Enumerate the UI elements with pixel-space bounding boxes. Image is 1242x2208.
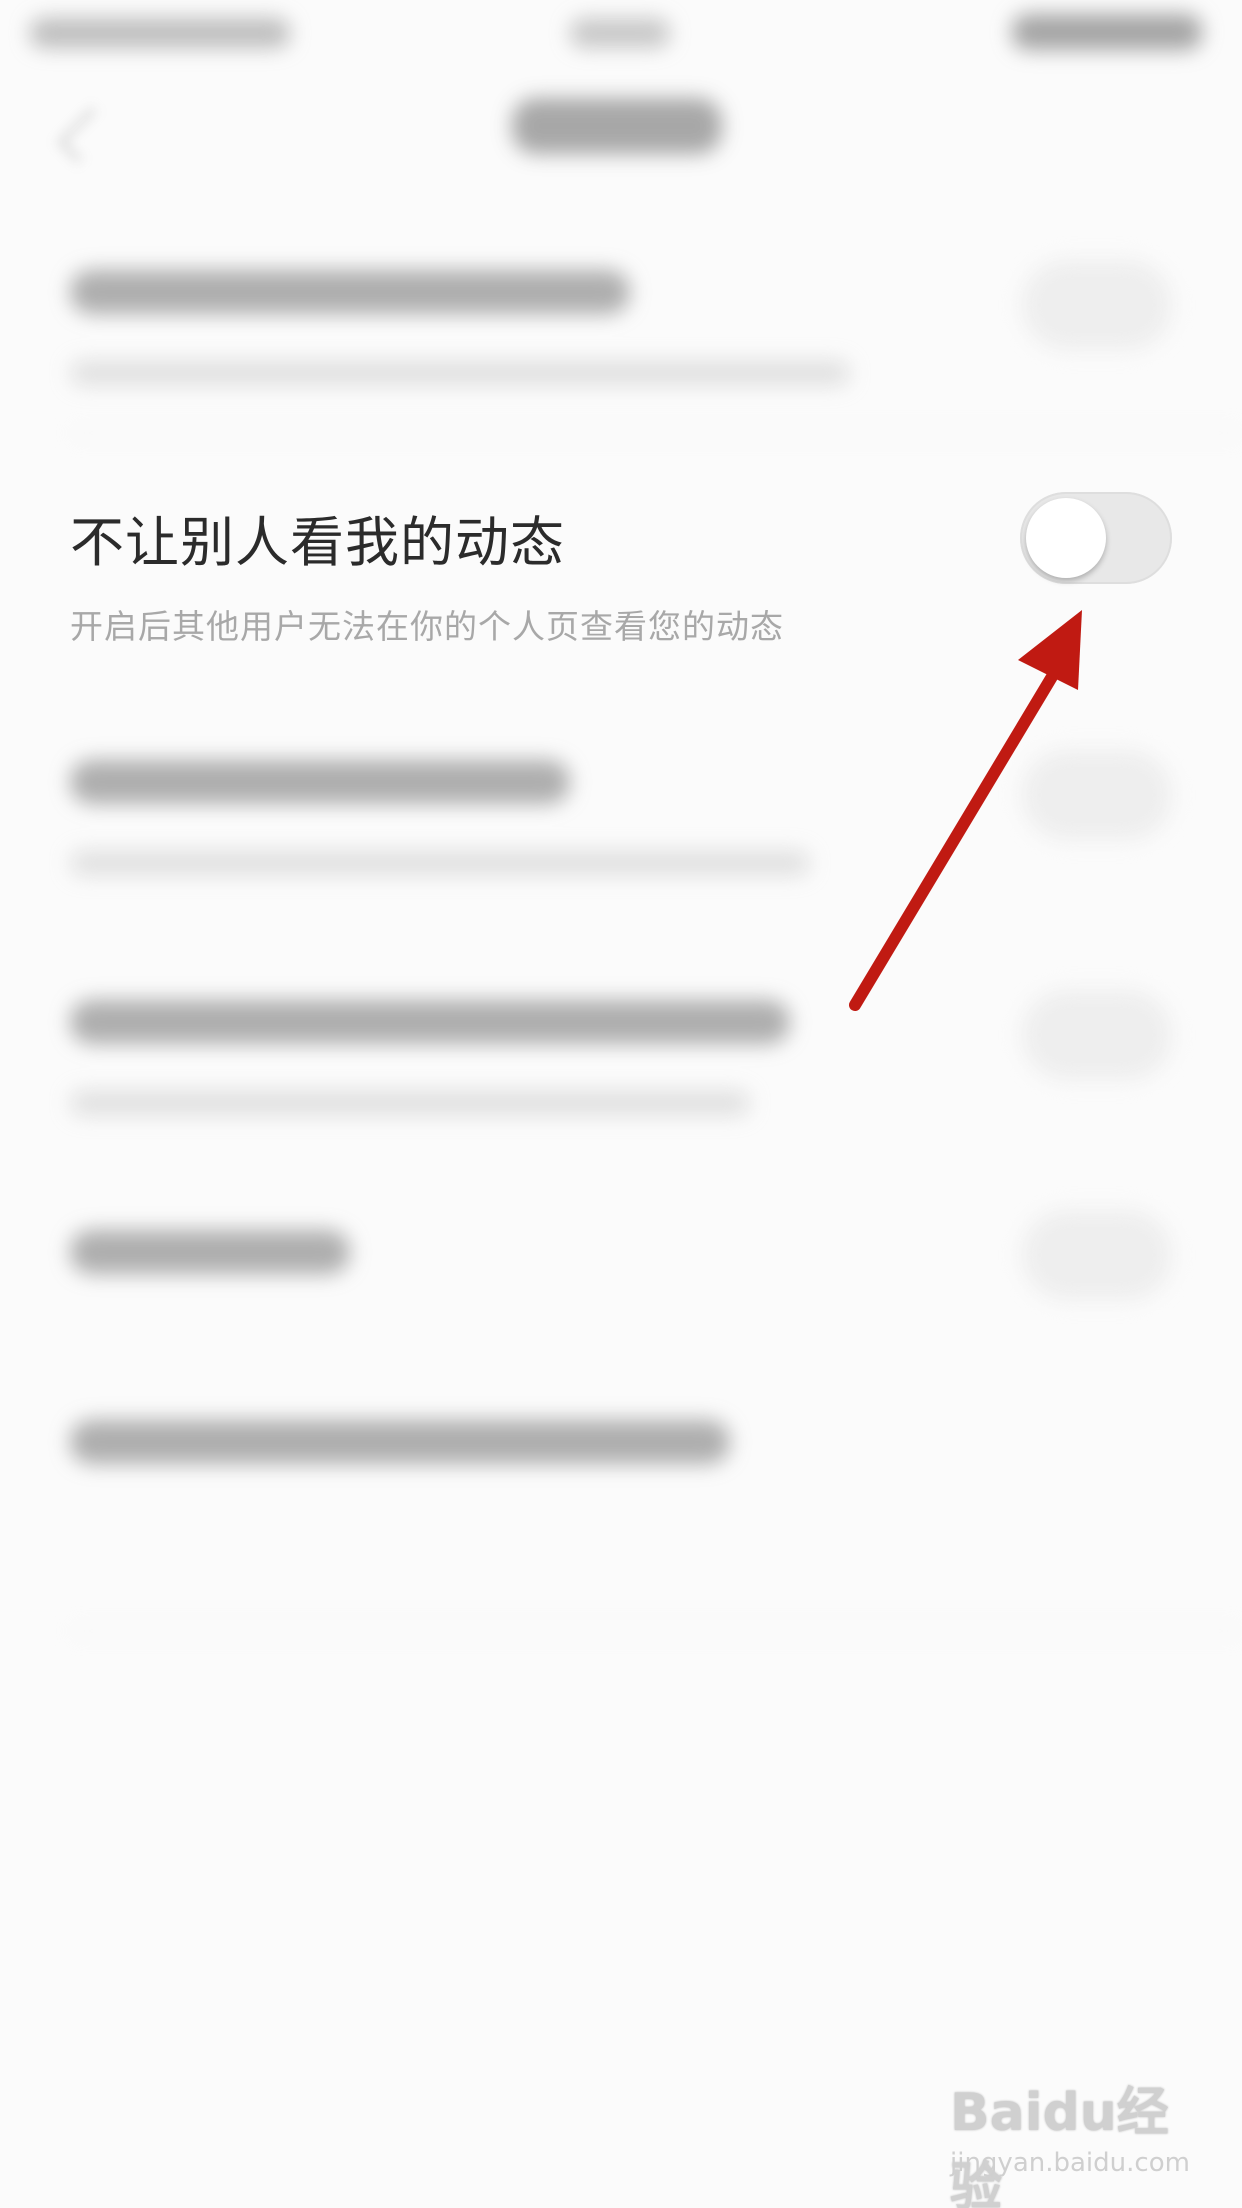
hide-moments-toggle[interactable] <box>1020 492 1172 584</box>
watermark-logo: Baidu经验 <box>950 2083 1169 2208</box>
setting-description: 开启后其他用户无法在你的个人页查看您的动态 <box>70 607 784 646</box>
divider <box>70 1630 1242 1632</box>
status-bar-right <box>1012 14 1202 50</box>
setting-row-3-blurred[interactable] <box>0 720 1242 900</box>
toggle-knob <box>1026 498 1106 578</box>
back-arrow-icon[interactable] <box>56 106 114 164</box>
watermark-url: jingyan.baidu.com <box>950 2148 1190 2178</box>
setting-row-6-blurred[interactable] <box>0 1390 1242 1510</box>
setting-row-5-blurred[interactable] <box>0 1200 1242 1320</box>
status-bar-left <box>30 18 290 48</box>
setting-row-1-blurred[interactable] <box>0 230 1242 430</box>
divider <box>70 432 1242 434</box>
setting-title: 不让别人看我的动态 <box>70 511 565 574</box>
setting-row-4-blurred[interactable] <box>0 960 1242 1140</box>
settings-screen: 不让别人看我的动态 开启后其他用户无法在你的个人页查看您的动态 Baidu经验 … <box>0 0 1242 2208</box>
baidu-watermark: Baidu经验 jingyan.baidu.com <box>950 2070 1190 2208</box>
status-bar-time <box>570 18 670 48</box>
status-bar <box>0 0 1242 70</box>
page-title <box>512 98 722 154</box>
setting-row-hide-moments[interactable]: 不让别人看我的动态 开启后其他用户无法在你的个人页查看您的动态 <box>0 460 1242 680</box>
